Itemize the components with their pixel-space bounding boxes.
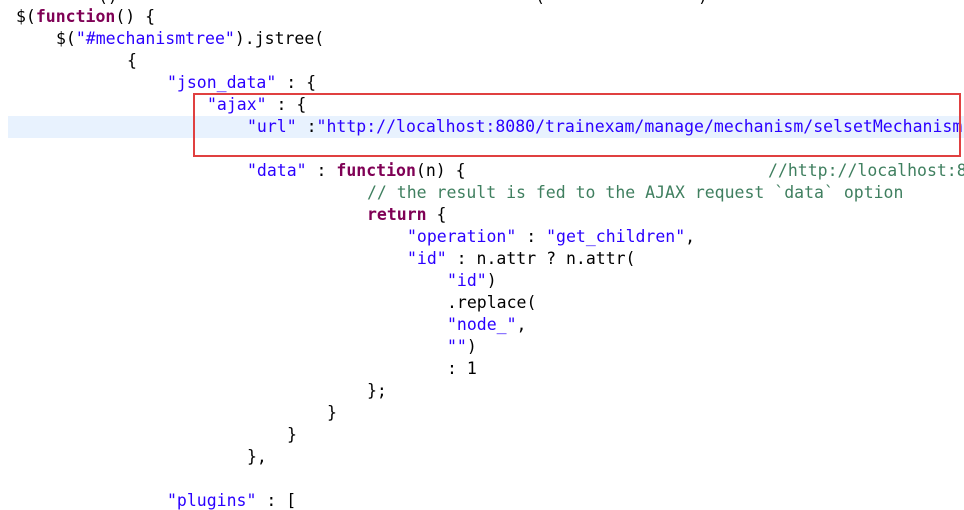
string-token: "#mechanismtree"	[75, 29, 235, 48]
token: }	[287, 425, 297, 444]
code-line-6: "url" :"http://localhost:8080/trainexam/…	[247, 116, 962, 138]
string-token: "get_children"	[546, 227, 686, 246]
token: : [	[256, 491, 297, 510]
token: },	[247, 447, 267, 466]
string-token: "url"	[247, 117, 297, 136]
code-line-14: .replace(	[447, 292, 536, 314]
code-line-2: $("#mechanismtree").jstree(	[56, 28, 324, 50]
token: : {	[276, 73, 317, 92]
token: (n) {	[415, 161, 466, 180]
code-area[interactable]: $(function() { $("#mechanismtree").jstre…	[0, 0, 964, 510]
token: )	[466, 337, 477, 356]
token: : {	[266, 95, 307, 114]
token: {	[127, 51, 137, 70]
comment-token: // the result is fed to the AJAX request…	[367, 183, 904, 202]
token: $(	[56, 29, 76, 48]
code-line-17: : 1	[447, 358, 477, 380]
code-line-4: "json_data" : {	[167, 72, 316, 94]
code-line-9: // the result is fed to the AJAX request…	[367, 182, 903, 204]
code-line-15: "node_",	[447, 314, 526, 336]
token: ,	[685, 227, 696, 246]
code-line-8: "data" : function(n) {	[247, 160, 466, 182]
comment-token: //http://localhost:8	[768, 161, 964, 180]
token: };	[367, 381, 387, 400]
code-line-1: $(function() {	[16, 6, 155, 28]
code-line-10: return {	[367, 204, 446, 226]
url-string-token: "http://localhost:8080/trainexam/manage/…	[316, 117, 963, 136]
keyword-token: function	[336, 161, 416, 180]
string-token: "node_"	[447, 315, 517, 334]
token: {	[426, 205, 447, 224]
code-line-16: "")	[447, 336, 477, 358]
code-line-18: };	[367, 380, 387, 402]
token: :	[296, 117, 317, 136]
string-token: ""	[447, 337, 467, 356]
keyword-token: function	[35, 7, 116, 26]
string-token: "ajax"	[207, 95, 267, 114]
code-line-8-comment: //http://localhost:8	[768, 160, 964, 182]
string-token: "operation"	[407, 227, 517, 246]
string-token: "plugins"	[167, 491, 257, 510]
string-token: "json_data"	[167, 73, 277, 92]
token: :	[306, 161, 337, 180]
string-token: "data"	[247, 161, 307, 180]
token: ).jstree(	[234, 29, 325, 48]
token: ,	[516, 315, 527, 334]
code-line-13: "id")	[447, 270, 497, 292]
code-line-12: "id" : n.attr ? n.attr(	[407, 248, 636, 270]
token: () {	[115, 7, 156, 26]
token: .replace(	[447, 293, 537, 312]
code-line-21: },	[247, 446, 267, 468]
token: )	[486, 271, 497, 290]
keyword-token: return	[367, 205, 427, 224]
token: }	[327, 403, 337, 422]
string-token: "id"	[407, 249, 447, 268]
code-line-11: "operation" : "get_children",	[407, 226, 695, 248]
token: $(	[16, 7, 36, 26]
code-line-19: }	[327, 402, 337, 424]
code-line-5: "ajax" : {	[207, 94, 306, 116]
code-line-3: {	[127, 50, 137, 72]
string-token: "id"	[447, 271, 487, 290]
code-line-20: }	[287, 424, 297, 446]
token: : n.attr ? n.attr(	[446, 249, 636, 268]
token: :	[516, 227, 547, 246]
token: : 1	[447, 359, 477, 378]
code-editor[interactable]: () ( ) $(function() { $("#mechanismtree"…	[0, 0, 964, 510]
code-line-23: "plugins" : [	[167, 490, 296, 510]
